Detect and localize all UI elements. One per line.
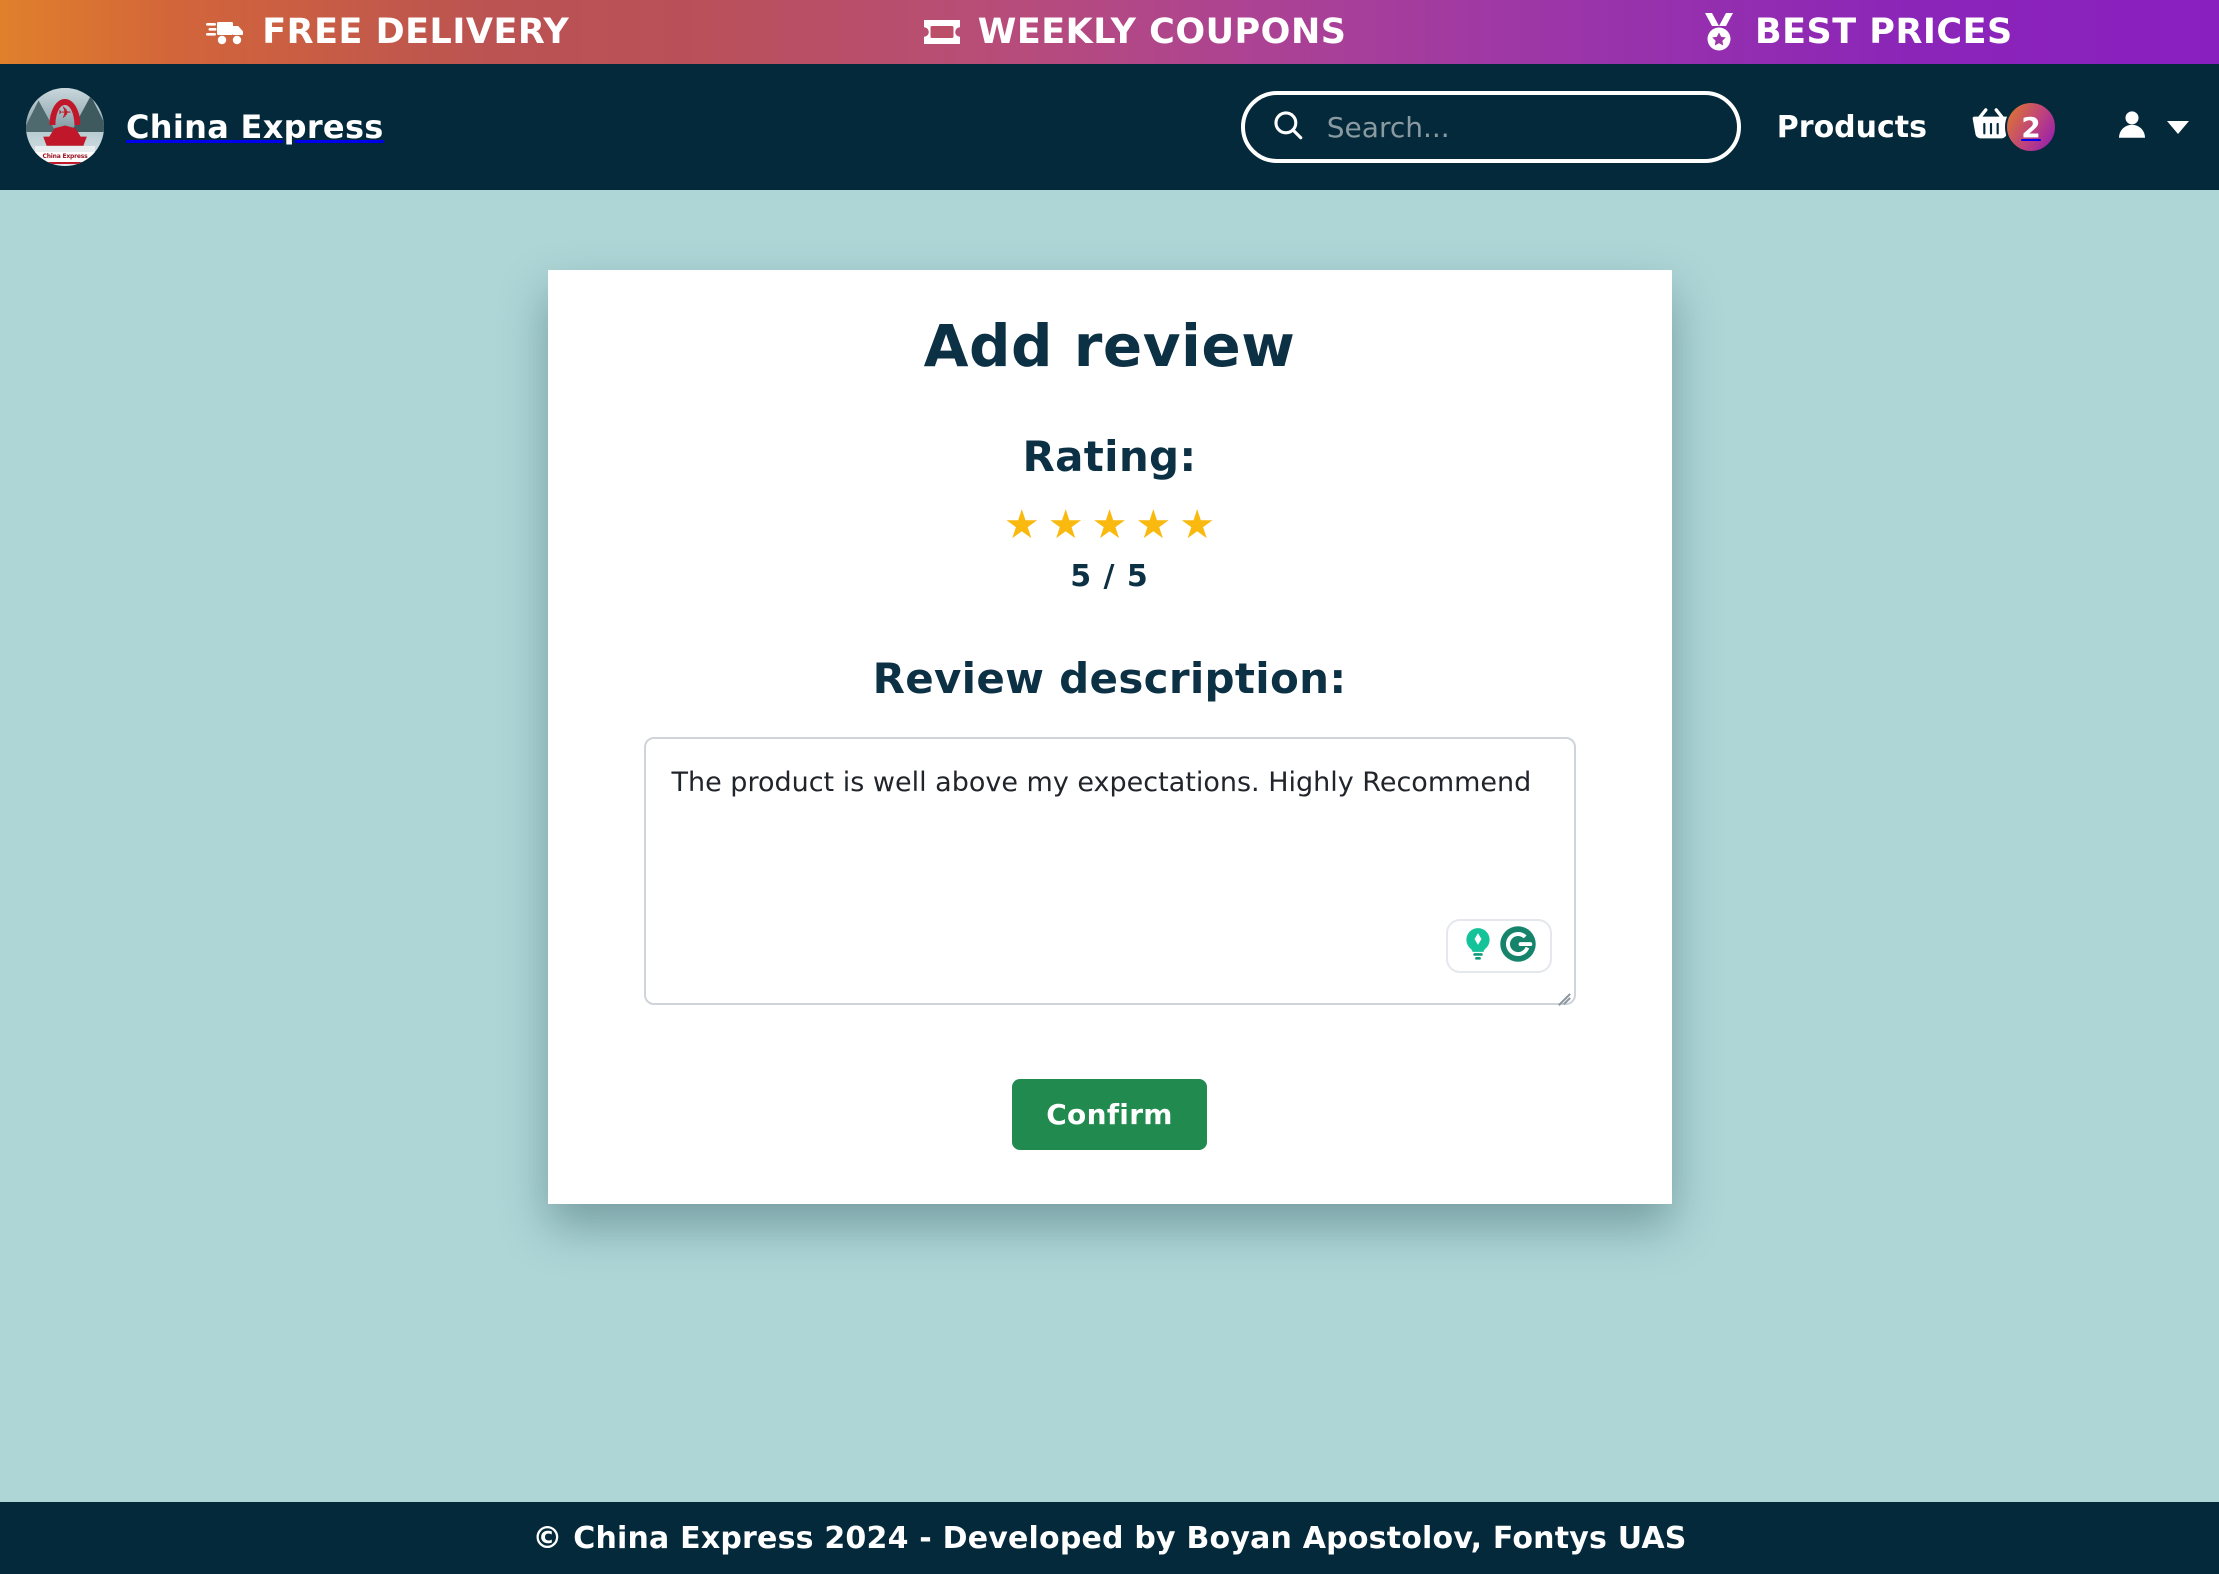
navbar-right-group: Products 2 [1240,91,2195,163]
search-bar[interactable] [1240,91,1741,163]
account-menu-button[interactable] [2115,106,2189,148]
rating-label: Rating: [1022,432,1197,481]
logo-ribbon-text: China Express [35,151,95,164]
textarea-resize-handle[interactable] [1552,981,1570,999]
brand-name: China Express [126,108,384,146]
site-logo-icon: ✈ China Express [26,88,104,166]
star-5[interactable]: ★ [1179,505,1215,545]
rating-value-text: 5 / 5 [1070,559,1149,594]
chevron-down-icon [2167,120,2189,134]
promo-bar: FREE DELIVERY WEEKLY COUPONS BEST PRICES [0,0,2219,64]
promo-item-weekly-coupons: WEEKLY COUPONS [922,12,1347,52]
review-description-input[interactable] [643,737,1576,1005]
review-description-label: Review description: [872,654,1347,703]
delivery-truck-icon [206,12,246,52]
cart-count-badge: 2 [2005,101,2057,153]
site-footer: © China Express 2024 - Developed by Boya… [0,1502,2219,1574]
confirm-row: Confirm [644,1079,1576,1150]
confirm-button[interactable]: Confirm [1012,1079,1207,1150]
nav-link-products[interactable]: Products [1777,110,1927,145]
promo-label-weekly-coupons: WEEKLY COUPONS [977,11,1347,52]
footer-copyright-text: © China Express 2024 - Developed by Boya… [532,1520,1687,1556]
search-input[interactable] [1326,110,1711,144]
grammarly-logo-icon[interactable] [1499,925,1537,967]
lightbulb-icon[interactable] [1461,926,1495,966]
user-icon [2115,106,2149,148]
star-3[interactable]: ★ [1092,505,1128,545]
star-4[interactable]: ★ [1135,505,1171,545]
page-title: Add review [923,312,1296,380]
ticket-icon [922,12,962,52]
brand-home-link[interactable]: ✈ China Express China Express [26,88,384,166]
main-content: Add review Rating: ★ ★ ★ ★ ★ 5 / 5 Revie… [0,190,2219,1502]
medal-icon [1699,12,1739,52]
grammarly-widget[interactable] [1445,919,1552,973]
promo-item-free-delivery: FREE DELIVERY [206,12,569,52]
star-2[interactable]: ★ [1048,505,1084,545]
search-icon [1271,108,1305,146]
promo-item-best-prices: BEST PRICES [1699,12,2013,52]
promo-label-free-delivery: FREE DELIVERY [262,11,570,52]
star-rating[interactable]: ★ ★ ★ ★ ★ [644,505,1576,545]
navbar: ✈ China Express China Express Products [0,64,2219,190]
review-textarea-wrapper [643,737,1576,1005]
star-1[interactable]: ★ [1004,505,1040,545]
promo-label-best-prices: BEST PRICES [1754,11,2013,52]
add-review-card: Add review Rating: ★ ★ ★ ★ ★ 5 / 5 Revie… [547,270,1672,1204]
cart-button[interactable]: 2 [1969,101,2057,153]
